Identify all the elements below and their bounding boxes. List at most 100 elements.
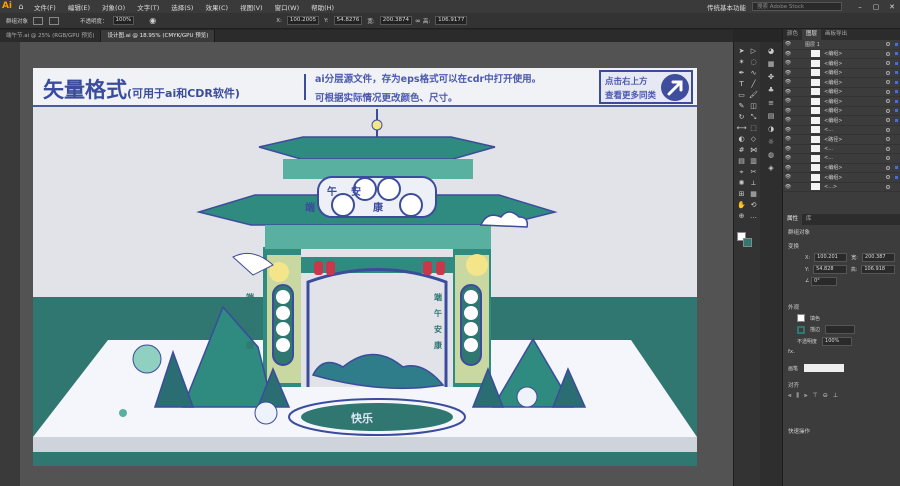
layer-row[interactable]: 👁 <编组>	[783, 59, 900, 69]
target-icon[interactable]	[886, 137, 890, 142]
eye-icon[interactable]: 👁	[783, 89, 793, 95]
tab-layers[interactable]: 图层	[802, 29, 822, 40]
menu-view[interactable]: 视图(V)	[234, 2, 269, 12]
layer-row[interactable]: 👁 <...	[783, 154, 900, 164]
opacity-field-panel[interactable]: 100%	[822, 337, 853, 346]
target-icon[interactable]	[886, 165, 890, 170]
layer-row[interactable]: 👁 <编组>	[783, 107, 900, 116]
prop-x-field[interactable]: 100.201	[814, 253, 848, 262]
x-field[interactable]: 100.2005	[286, 16, 320, 25]
eye-icon[interactable]: 👁	[783, 108, 793, 114]
layer-row[interactable]: 👁 <...	[783, 126, 900, 135]
recolor-icon[interactable]: ◉	[149, 16, 156, 25]
link-icon[interactable]: ∞	[415, 17, 421, 25]
blend-tool-icon[interactable]: ⋈	[747, 145, 760, 156]
stock-search-input[interactable]: 搜索 Adobe Stock	[752, 2, 842, 11]
prop-w-field[interactable]: 200.387	[861, 253, 895, 262]
target-icon[interactable]	[886, 175, 890, 180]
layer-row[interactable]: 👁 <编组>	[783, 88, 900, 97]
eye-icon[interactable]: 👁	[783, 174, 793, 180]
graphic-styles-icon[interactable]: ◍	[765, 150, 778, 161]
scale-tool-icon[interactable]: ⤡	[747, 112, 760, 123]
eye-icon[interactable]: 👁	[783, 98, 793, 104]
align-top-icon[interactable]: ⊤	[813, 392, 818, 400]
eye-icon[interactable]: 👁	[783, 184, 793, 190]
target-icon[interactable]	[886, 108, 890, 113]
measure-icon[interactable]: ⟂	[747, 178, 760, 189]
lasso-icon[interactable]: ◌	[747, 57, 760, 68]
home-icon[interactable]: ⌂	[14, 2, 28, 11]
layer-row[interactable]: 👁 <编组>	[783, 116, 900, 126]
align-right-icon[interactable]: ⫸	[804, 392, 807, 400]
align-center-icon[interactable]: ⫼	[796, 392, 799, 400]
target-icon[interactable]	[886, 51, 890, 56]
artboard[interactable]: 矢量格式(可用于ai和CDR软件) ai分层源文件，存为eps格式可以在cdr中…	[33, 68, 697, 466]
brushes-panel-icon[interactable]: ✤	[765, 72, 778, 83]
banner-more-button[interactable]: 点击右上方 查看更多同类	[599, 70, 693, 104]
target-icon[interactable]	[886, 156, 890, 161]
print-tiling-icon[interactable]: ▦	[747, 189, 760, 200]
fill-swatch[interactable]	[33, 16, 44, 25]
tab-document-1[interactable]: 端午节.ai @ 25% (RGB/GPU 预览)	[0, 30, 102, 42]
menu-type[interactable]: 文字(T)	[131, 2, 165, 12]
eye-icon[interactable]: 👁	[783, 79, 793, 85]
layer-row[interactable]: 👁 <路径>	[783, 135, 900, 145]
symbols-panel-icon[interactable]: ♣	[765, 85, 778, 96]
perspective-icon[interactable]: ◇	[747, 134, 760, 145]
layer-row[interactable]: 👁 图层 1	[783, 40, 900, 50]
minimize-icon[interactable]: –	[852, 3, 868, 11]
align-middle-icon[interactable]: ⊝	[823, 392, 828, 400]
tab-libraries[interactable]: 库	[802, 214, 816, 225]
target-icon[interactable]	[886, 42, 890, 47]
prop-h-field[interactable]: 106.918	[861, 265, 895, 274]
align-left-icon[interactable]: ⫷	[788, 392, 791, 400]
eye-icon[interactable]: 👁	[783, 51, 793, 57]
slice-tool-icon[interactable]: ✂	[747, 167, 760, 178]
menu-edit[interactable]: 编辑(E)	[62, 2, 96, 12]
stroke-swatch-panel[interactable]	[797, 325, 805, 334]
angle-field[interactable]: 0°	[811, 277, 838, 286]
tab-artboard-export[interactable]: 画板导出	[821, 29, 851, 40]
y-field[interactable]: 54.8276	[333, 16, 363, 25]
align-bottom-icon[interactable]: ⊥	[833, 392, 838, 400]
fx-button[interactable]: fx.	[783, 346, 900, 358]
layer-row[interactable]: 👁 <编组>	[783, 69, 900, 78]
target-icon[interactable]	[886, 80, 890, 85]
rotate-view-icon[interactable]: ⟲	[747, 200, 760, 211]
curvature-icon[interactable]: ∿	[747, 68, 760, 79]
tab-color[interactable]: 颜色	[783, 29, 802, 40]
menu-help[interactable]: 帮助(H)	[305, 2, 340, 12]
workspace-switcher[interactable]: 传统基本功能	[701, 2, 752, 12]
eye-icon[interactable]: 👁	[783, 41, 793, 47]
layer-row[interactable]: 👁 <编组>	[783, 97, 900, 107]
target-icon[interactable]	[886, 61, 890, 66]
target-icon[interactable]	[886, 118, 890, 123]
eye-icon[interactable]: 👁	[783, 155, 793, 161]
target-icon[interactable]	[886, 89, 890, 94]
line-tool-icon[interactable]: ╱	[747, 79, 760, 90]
eraser-tool-icon[interactable]: ◫	[747, 101, 760, 112]
menu-object[interactable]: 对象(O)	[96, 2, 131, 12]
target-icon[interactable]	[886, 127, 890, 132]
target-icon[interactable]	[886, 146, 890, 151]
close-icon[interactable]: ✕	[884, 3, 900, 11]
eye-icon[interactable]: 👁	[783, 165, 793, 171]
eye-icon[interactable]: 👁	[783, 127, 793, 133]
more-tools-icon[interactable]: …	[747, 211, 760, 222]
w-field[interactable]: 200.3874	[379, 16, 412, 25]
swatches-panel-icon[interactable]: ▦	[765, 59, 778, 70]
free-transform-icon[interactable]: ⬚	[747, 123, 760, 134]
tab-document-2[interactable]: 设计图.ai @ 18.95% (CMYK/GPU 预览)	[101, 30, 216, 42]
h-field[interactable]: 106.9177	[435, 16, 468, 25]
tab-properties[interactable]: 属性	[783, 214, 803, 225]
brush-preview[interactable]	[804, 364, 845, 372]
eye-icon[interactable]: 👁	[783, 146, 793, 152]
fill-swatch-panel[interactable]	[797, 314, 805, 322]
layers-panel-icon[interactable]: ◈	[765, 163, 778, 174]
prop-y-field[interactable]: 54.828	[813, 265, 847, 274]
gradient-panel-icon[interactable]: ▤	[765, 111, 778, 122]
stroke-color-box[interactable]	[743, 238, 752, 247]
eye-icon[interactable]: 👁	[783, 136, 793, 142]
layer-row[interactable]: 👁 <编组>	[783, 78, 900, 88]
menu-window[interactable]: 窗口(W)	[269, 2, 306, 12]
